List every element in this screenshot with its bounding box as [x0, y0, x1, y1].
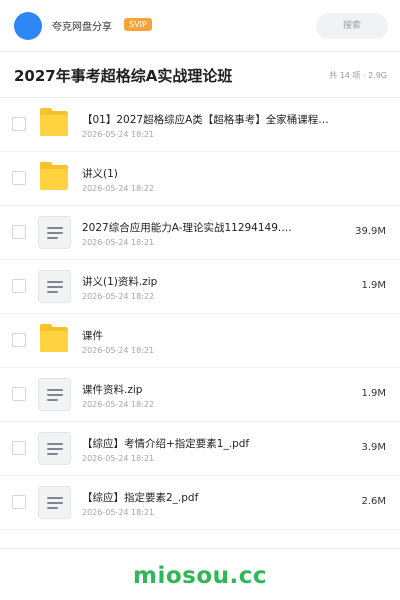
file-date: 2026-05-24 18:22 [82, 400, 155, 409]
svip-badge: SVIP [124, 18, 152, 31]
file-date: 2026-05-24 18:21 [82, 130, 155, 139]
row-checkbox[interactable] [12, 225, 26, 239]
file-date: 2026-05-24 18:21 [82, 238, 155, 247]
file-name: 【01】2027超格综应A类【超格事考】全家桶课程… [82, 114, 329, 126]
row-checkbox[interactable] [12, 333, 26, 347]
file-icon [38, 432, 71, 465]
folder-icon [38, 324, 71, 357]
file-size: 1.9M [361, 388, 386, 399]
item-count-summary: 共 14 项 · 2.9G [329, 71, 387, 80]
file-name: 【综应】考情介绍+指定要素1_.pdf [82, 438, 250, 450]
file-row[interactable]: 课件 2026-05-24 18:21 [0, 314, 400, 368]
file-name: 讲义(1) [82, 168, 118, 180]
file-name: 【综应】指定要素2_.pdf [82, 492, 199, 504]
file-size: 3.9M [361, 442, 386, 453]
folder-icon [38, 108, 71, 141]
file-name: 讲义(1)资料.zip [82, 276, 158, 288]
file-size: 1.9M [361, 280, 386, 291]
footer: miosou.cc [0, 548, 400, 600]
file-row[interactable]: 讲义(1)资料.zip 2026-05-24 18:22 1.9M [0, 260, 400, 314]
file-row[interactable]: 讲义(1) 2026-05-24 18:22 [0, 152, 400, 206]
file-icon [38, 378, 71, 411]
file-row[interactable]: 课件资料.zip 2026-05-24 18:22 1.9M [0, 368, 400, 422]
file-name: 2027综合应用能力A-理论实战11294149.… [82, 222, 292, 234]
file-row[interactable]: 【01】2027超格综应A类【超格事考】全家桶课程… 2026-05-24 18:… [0, 98, 400, 152]
avatar[interactable] [14, 12, 42, 40]
file-date: 2026-05-24 18:21 [82, 346, 155, 355]
file-row[interactable]: 【综应】指定要素2_.pdf 2026-05-24 18:21 2.6M [0, 476, 400, 530]
site-watermark: miosou.cc [132, 563, 268, 589]
row-checkbox[interactable] [12, 387, 26, 401]
file-list: 【01】2027超格综应A类【超格事考】全家桶课程… 2026-05-24 18:… [0, 98, 400, 530]
page-title: 2027年事考超格综A实战理论班 [14, 67, 233, 85]
file-row[interactable]: 【综应】考情介绍+指定要素1_.pdf 2026-05-24 18:21 3.9M [0, 422, 400, 476]
file-icon [38, 216, 71, 249]
file-date: 2026-05-24 18:21 [82, 508, 155, 517]
file-row[interactable]: 2027综合应用能力A-理论实战11294149.… 2026-05-24 18:… [0, 206, 400, 260]
row-checkbox[interactable] [12, 279, 26, 293]
file-date: 2026-05-24 18:22 [82, 292, 155, 301]
search-input[interactable]: 搜索 [316, 13, 388, 39]
file-name: 课件资料.zip [82, 384, 143, 396]
file-name: 课件 [82, 330, 103, 342]
file-size: 2.6M [361, 496, 386, 507]
row-checkbox[interactable] [12, 171, 26, 185]
file-date: 2026-05-24 18:21 [82, 454, 155, 463]
row-checkbox[interactable] [12, 441, 26, 455]
file-icon [38, 486, 71, 519]
share-name: 夸克网盘分享 [52, 22, 112, 33]
row-checkbox[interactable] [12, 117, 26, 131]
folder-header: 2027年事考超格综A实战理论班 共 14 项 · 2.9G [0, 52, 400, 98]
file-size: 39.9M [355, 226, 386, 237]
folder-icon [38, 162, 71, 195]
row-checkbox[interactable] [12, 495, 26, 509]
file-icon [38, 270, 71, 303]
top-bar: 夸克网盘分享 SVIP 搜索 [0, 0, 400, 52]
file-date: 2026-05-24 18:22 [82, 184, 155, 193]
